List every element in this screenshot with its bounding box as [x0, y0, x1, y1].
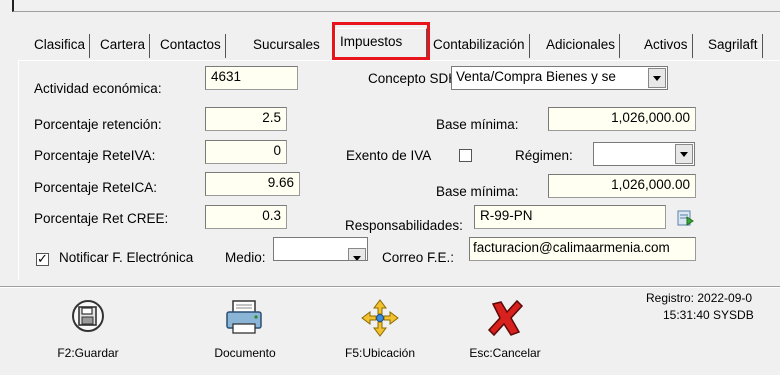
highlight-box: [332, 22, 430, 60]
move-arrows-icon: [361, 299, 399, 337]
responsabilidades-label: Responsabilidades:: [345, 218, 463, 233]
notificar-checkbox[interactable]: [36, 251, 49, 267]
cree-label: Porcentaje Ret CREE:: [34, 211, 169, 226]
cancelar-button[interactable]: Esc:Cancelar: [455, 298, 555, 368]
edit-list-icon[interactable]: [676, 208, 696, 228]
tab-contabilizacion[interactable]: Contabilización: [429, 34, 530, 58]
registro-line2: 15:31:40 SYSDB: [663, 308, 754, 322]
guardar-button[interactable]: F2:Guardar: [38, 298, 138, 368]
chevron-down-icon[interactable]: [348, 248, 366, 260]
chevron-down-icon[interactable]: [675, 144, 693, 164]
tab-sucursales[interactable]: Sucursales: [249, 34, 324, 58]
concepto-label: Concepto SDH:: [368, 71, 462, 86]
ubicacion-caption: F5:Ubicación: [344, 346, 416, 360]
medio-select[interactable]: [273, 237, 368, 261]
regimen-label: Régimen:: [515, 148, 573, 163]
exento-iva-label: Exento de IVA: [346, 148, 432, 163]
cree-field[interactable]: 0.3: [205, 205, 287, 229]
correo-field[interactable]: facturacion@calimaarmenia.com: [469, 237, 696, 261]
actividad-field[interactable]: 4631: [205, 66, 298, 90]
registro-line1: Registro: 2022-09-0: [646, 291, 753, 305]
documento-button[interactable]: Documento: [195, 298, 295, 368]
concepto-value: Venta/Compra Bienes y se: [456, 69, 616, 84]
reteica-label: Porcentaje ReteICA:: [34, 180, 158, 195]
retencion-field[interactable]: 2.5: [205, 107, 287, 131]
chevron-down-icon[interactable]: [648, 68, 666, 88]
tab-clasifica[interactable]: Clasifica: [30, 34, 91, 58]
concepto-select[interactable]: Venta/Compra Bienes y se: [451, 66, 668, 90]
correo-label: Correo F.E.:: [382, 250, 455, 265]
retencion-label: Porcentaje retención:: [34, 117, 162, 132]
cancel-x-icon: [487, 299, 524, 337]
regimen-select[interactable]: [593, 142, 695, 166]
printer-icon: [226, 300, 262, 334]
documento-caption: Documento: [214, 346, 276, 360]
medio-label: Medio:: [225, 250, 266, 265]
base-minima-2-label: Base mínima:: [436, 184, 519, 199]
notificar-label: Notificar F. Electrónica: [59, 250, 194, 265]
base-minima-2-field[interactable]: 1,026,000.00: [548, 174, 696, 198]
base-minima-label: Base mínima:: [436, 117, 519, 132]
exento-iva-checkbox[interactable]: [459, 149, 472, 162]
tab-contactos[interactable]: Contactos: [156, 34, 226, 58]
save-disk-icon: [72, 300, 104, 332]
reteiva-field[interactable]: 0: [205, 140, 287, 164]
top-frame-edge: [12, 0, 780, 12]
tab-sagrilaft[interactable]: Sagrilaft: [704, 34, 763, 58]
cancelar-caption: Esc:Cancelar: [469, 346, 541, 360]
actividad-label: Actividad económica:: [34, 81, 162, 96]
tab-adicionales[interactable]: Adicionales: [542, 34, 621, 58]
tab-cartera[interactable]: Cartera: [96, 34, 151, 58]
reteiva-label: Porcentaje ReteIVA:: [34, 148, 156, 163]
tab-activos[interactable]: Activos: [640, 34, 693, 58]
base-minima-field[interactable]: 1,026,000.00: [548, 107, 696, 131]
reteica-field[interactable]: 9.66: [205, 172, 300, 196]
bottom-toolbar: F2:Guardar Documento F5:Ubicación Esc:Ca…: [0, 288, 780, 375]
ubicacion-button[interactable]: F5:Ubicación: [330, 298, 430, 368]
responsabilidades-field[interactable]: R-99-PN: [474, 205, 666, 229]
guardar-caption: F2:Guardar: [57, 346, 119, 360]
